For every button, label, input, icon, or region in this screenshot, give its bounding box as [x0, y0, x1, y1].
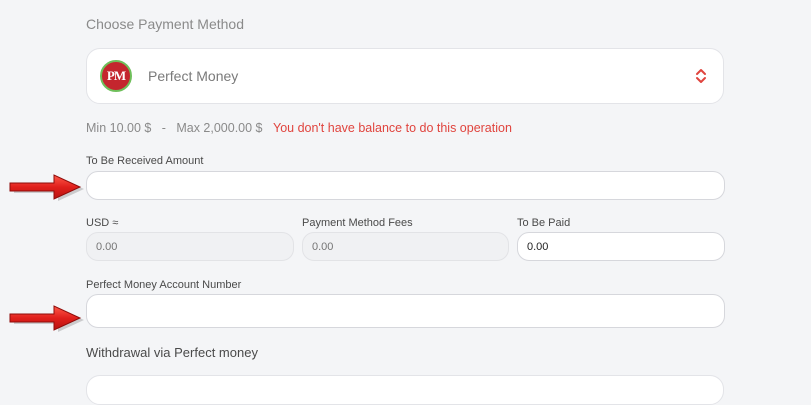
min-limit: Min 10.00 $ [86, 121, 152, 135]
to-be-paid-input[interactable] [517, 232, 725, 261]
perfect-money-logo: PM [100, 60, 132, 92]
usd-label: USD ≈ [86, 217, 119, 229]
section-title: Choose Payment Method [86, 16, 244, 32]
payment-method-name: Perfect Money [148, 68, 239, 84]
balance-warning: You don't have balance to do this operat… [273, 121, 512, 135]
payment-method-select[interactable]: PM Perfect Money [86, 48, 724, 104]
withdrawal-heading: Withdrawal via Perfect money [86, 345, 258, 360]
account-number-input[interactable] [86, 294, 725, 328]
usd-input [86, 232, 294, 261]
withdrawal-box [86, 375, 724, 405]
to-be-paid-label: To Be Paid [517, 217, 571, 229]
account-number-label: Perfect Money Account Number [86, 279, 242, 291]
amount-limits: Min 10.00 $ - Max 2,000.00 $ [86, 121, 263, 135]
chevron-up-down-icon [696, 69, 706, 83]
received-amount-label: To Be Received Amount [86, 155, 204, 167]
red-arrow-icon [9, 305, 84, 332]
red-arrow-icon [9, 174, 84, 201]
max-limit: Max 2,000.00 $ [176, 121, 263, 135]
fees-label: Payment Method Fees [302, 217, 413, 229]
fees-input [302, 232, 509, 261]
received-amount-input[interactable] [86, 171, 725, 200]
limit-separator: - [161, 121, 166, 135]
